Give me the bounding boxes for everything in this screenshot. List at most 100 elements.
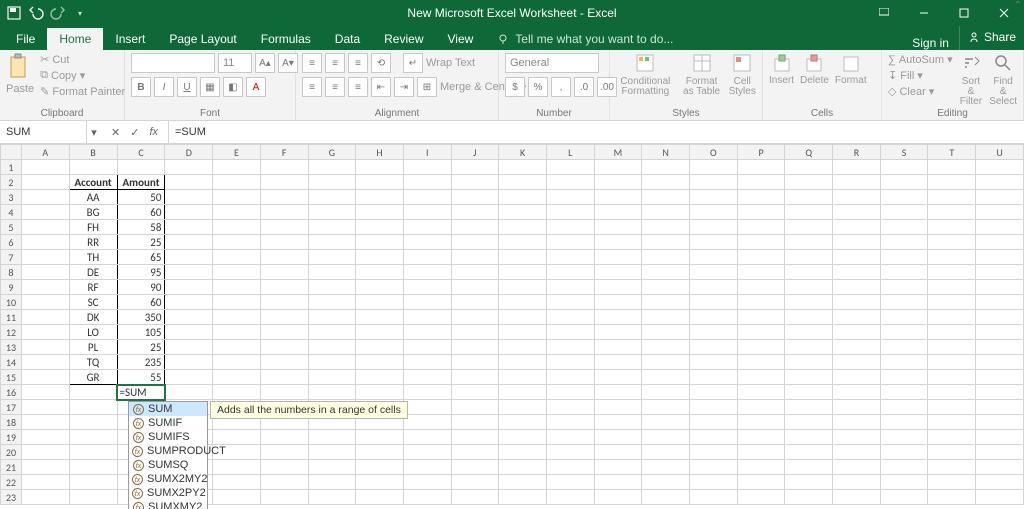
- cell[interactable]: [69, 160, 117, 175]
- row-header[interactable]: 16: [1, 385, 22, 400]
- cell[interactable]: [213, 325, 261, 340]
- align-top-icon[interactable]: ≡: [302, 53, 322, 73]
- column-header[interactable]: J: [451, 145, 499, 160]
- cancel-formula-icon[interactable]: ✕: [111, 126, 120, 139]
- cell[interactable]: [976, 250, 1024, 265]
- cell[interactable]: PL: [69, 340, 117, 355]
- column-header[interactable]: M: [594, 145, 642, 160]
- cell[interactable]: [785, 280, 833, 295]
- cell[interactable]: [785, 190, 833, 205]
- cell[interactable]: [737, 205, 785, 220]
- cell[interactable]: [833, 265, 881, 280]
- paste-icon[interactable]: [8, 53, 32, 81]
- cell[interactable]: [403, 460, 451, 475]
- cell[interactable]: [785, 370, 833, 385]
- cell[interactable]: [833, 355, 881, 370]
- column-header[interactable]: R: [833, 145, 881, 160]
- cell[interactable]: [689, 340, 737, 355]
- cell[interactable]: [642, 250, 690, 265]
- cell[interactable]: Amount: [117, 175, 165, 190]
- cell[interactable]: [642, 295, 690, 310]
- cell[interactable]: [642, 190, 690, 205]
- cell[interactable]: [642, 475, 690, 490]
- cell[interactable]: [642, 460, 690, 475]
- cell[interactable]: 25: [117, 340, 165, 355]
- cell[interactable]: [213, 250, 261, 265]
- cell[interactable]: [737, 445, 785, 460]
- align-middle-icon[interactable]: ≡: [325, 53, 345, 73]
- cell[interactable]: 235: [117, 355, 165, 370]
- cell[interactable]: [785, 265, 833, 280]
- cell[interactable]: [546, 385, 594, 400]
- cell[interactable]: [928, 385, 976, 400]
- cell[interactable]: [833, 235, 881, 250]
- cell[interactable]: [737, 220, 785, 235]
- currency-icon[interactable]: $: [505, 77, 525, 97]
- cell[interactable]: [308, 310, 356, 325]
- cell[interactable]: [165, 385, 213, 400]
- font-name-dropdown[interactable]: [131, 53, 215, 73]
- cell[interactable]: [880, 295, 928, 310]
- cell[interactable]: [594, 400, 642, 415]
- cell[interactable]: [499, 355, 547, 370]
- autocomplete-item[interactable]: fxSUM: [129, 402, 207, 416]
- cell[interactable]: [403, 235, 451, 250]
- cell[interactable]: [642, 385, 690, 400]
- cell[interactable]: [785, 310, 833, 325]
- column-header[interactable]: L: [546, 145, 594, 160]
- cell[interactable]: DE: [69, 265, 117, 280]
- cell[interactable]: [451, 160, 499, 175]
- cell[interactable]: [642, 430, 690, 445]
- cell[interactable]: [976, 370, 1024, 385]
- cell[interactable]: [546, 475, 594, 490]
- cell[interactable]: [737, 325, 785, 340]
- cell[interactable]: [403, 190, 451, 205]
- column-header[interactable]: P: [737, 145, 785, 160]
- cell[interactable]: [165, 325, 213, 340]
- cell[interactable]: [21, 460, 69, 475]
- cell[interactable]: [928, 175, 976, 190]
- cell[interactable]: [546, 220, 594, 235]
- cell[interactable]: [785, 160, 833, 175]
- cell[interactable]: [976, 355, 1024, 370]
- cell[interactable]: [260, 340, 308, 355]
- cell[interactable]: [499, 310, 547, 325]
- cell[interactable]: [928, 235, 976, 250]
- cell[interactable]: [880, 355, 928, 370]
- cell[interactable]: [69, 400, 117, 415]
- cell[interactable]: 95: [117, 265, 165, 280]
- align-right-icon[interactable]: ≡: [348, 77, 368, 97]
- cell[interactable]: [546, 430, 594, 445]
- cell[interactable]: [737, 355, 785, 370]
- cell[interactable]: [260, 220, 308, 235]
- cell[interactable]: [213, 205, 261, 220]
- cell[interactable]: [403, 355, 451, 370]
- cell[interactable]: [785, 445, 833, 460]
- column-header[interactable]: C: [117, 145, 165, 160]
- tab-review[interactable]: Review: [372, 28, 435, 50]
- cell[interactable]: [689, 460, 737, 475]
- cell[interactable]: [976, 310, 1024, 325]
- cell[interactable]: [642, 280, 690, 295]
- cell[interactable]: [642, 160, 690, 175]
- cell[interactable]: [689, 160, 737, 175]
- cell[interactable]: [260, 265, 308, 280]
- cell[interactable]: [260, 370, 308, 385]
- row-header[interactable]: 18: [1, 415, 22, 430]
- cell[interactable]: [833, 415, 881, 430]
- cell[interactable]: [689, 190, 737, 205]
- font-size-dropdown[interactable]: 11: [218, 53, 252, 73]
- cell[interactable]: [260, 310, 308, 325]
- tab-formulas[interactable]: Formulas: [249, 28, 323, 50]
- cell[interactable]: [689, 175, 737, 190]
- cell[interactable]: [642, 355, 690, 370]
- tab-view[interactable]: View: [436, 28, 486, 50]
- cell[interactable]: [833, 250, 881, 265]
- cell[interactable]: [260, 235, 308, 250]
- cell[interactable]: [880, 250, 928, 265]
- column-header[interactable]: G: [308, 145, 356, 160]
- cell[interactable]: [308, 205, 356, 220]
- cell[interactable]: DK: [69, 310, 117, 325]
- cell[interactable]: [737, 415, 785, 430]
- cell[interactable]: [785, 250, 833, 265]
